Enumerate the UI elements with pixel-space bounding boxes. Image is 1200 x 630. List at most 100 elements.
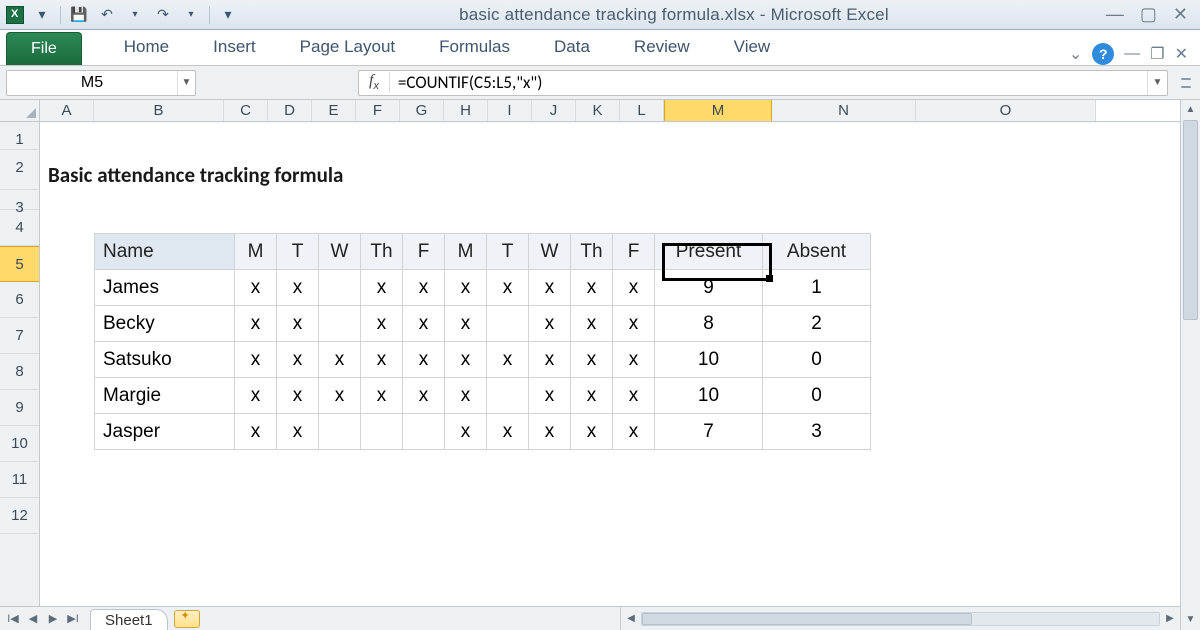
cell-day[interactable]: x [235,378,277,414]
hscroll-right-icon[interactable]: ▶ [1160,613,1180,624]
row-header-2[interactable]: 2 [0,150,39,190]
doc-close-icon[interactable]: ✕ [1175,44,1188,64]
cell-day[interactable]: x [445,378,487,414]
vscroll-thumb[interactable] [1183,120,1198,320]
cell-day[interactable]: x [235,414,277,450]
cell-day[interactable] [319,414,361,450]
cell-day[interactable]: x [361,270,403,306]
hscroll-left-icon[interactable]: ◀ [621,613,641,624]
cell-day[interactable]: x [613,342,655,378]
col-header-A[interactable]: A [40,100,94,121]
cell-day[interactable]: x [487,342,529,378]
cell-day[interactable]: x [571,378,613,414]
redo-icon[interactable]: ↷ [149,3,177,27]
cell-present[interactable]: 7 [655,414,763,450]
cell-day[interactable]: x [361,378,403,414]
cell-absent[interactable]: 2 [763,306,871,342]
cell-day[interactable]: x [613,414,655,450]
tab-nav-next-icon[interactable]: ▶ [44,610,62,628]
cell-day[interactable]: x [403,270,445,306]
cell-name[interactable]: James [95,270,235,306]
tab-nav-first-icon[interactable]: I◀ [4,610,22,628]
cell-day[interactable]: x [529,306,571,342]
col-header-K[interactable]: K [576,100,620,121]
cell-present[interactable]: 9 [655,270,763,306]
formula-bar-grip-icon[interactable] [1178,78,1194,88]
tab-view[interactable]: View [712,31,793,65]
col-header-C[interactable]: C [224,100,268,121]
col-header-L[interactable]: L [620,100,664,121]
row-header-5[interactable]: 5 [0,246,39,282]
cell-name[interactable]: Becky [95,306,235,342]
cell-day[interactable]: x [445,306,487,342]
cell-day[interactable] [403,414,445,450]
tab-home[interactable]: Home [102,31,191,65]
maximize-icon[interactable]: ▢ [1140,4,1157,25]
cell-day[interactable]: x [319,342,361,378]
tab-insert[interactable]: Insert [191,31,278,65]
vertical-scrollbar[interactable]: ▲ ▼ [1180,100,1200,630]
cell-present[interactable]: 10 [655,342,763,378]
tab-formulas[interactable]: Formulas [417,31,532,65]
cell-day[interactable]: x [529,378,571,414]
cell-day[interactable]: x [235,270,277,306]
cell-day[interactable]: x [487,270,529,306]
row-header-4[interactable]: 4 [0,210,39,246]
tab-nav-prev-icon[interactable]: ◀ [24,610,42,628]
cell-day[interactable]: x [361,306,403,342]
cell-day[interactable]: x [529,414,571,450]
cell-day[interactable]: x [277,270,319,306]
cell-day[interactable]: x [613,270,655,306]
row-header-6[interactable]: 6 [0,282,39,318]
cell-day[interactable]: x [403,306,445,342]
cell-day[interactable]: x [529,342,571,378]
cell-day[interactable]: x [277,414,319,450]
qat-dropdown-icon[interactable]: ▾ [28,3,56,27]
cell-absent[interactable]: 3 [763,414,871,450]
col-header-H[interactable]: H [444,100,488,121]
cell-day[interactable]: x [277,306,319,342]
fx-icon[interactable]: fx [359,72,390,92]
col-header-B[interactable]: B [94,100,224,121]
name-box[interactable] [7,71,177,95]
row-header-11[interactable]: 11 [0,462,39,498]
cell-day[interactable]: x [529,270,571,306]
cell-day[interactable]: x [277,378,319,414]
cell-present[interactable]: 10 [655,378,763,414]
row-header-1[interactable]: 1 [0,122,39,150]
undo-icon[interactable]: ↶ [93,3,121,27]
save-icon[interactable]: 💾 [65,3,93,27]
col-header-D[interactable]: D [268,100,312,121]
cell-day[interactable] [319,270,361,306]
redo-menu-icon[interactable]: ▾ [177,3,205,27]
cell-day[interactable]: x [235,342,277,378]
tab-page-layout[interactable]: Page Layout [278,31,417,65]
cell-day[interactable]: x [319,378,361,414]
vscroll-down-icon[interactable]: ▼ [1181,610,1200,630]
tab-nav-last-icon[interactable]: ▶I [64,610,82,628]
cell-day[interactable] [487,306,529,342]
cell-day[interactable]: x [277,342,319,378]
name-box-dropdown-icon[interactable]: ▼ [177,71,195,95]
col-header-E[interactable]: E [312,100,356,121]
cell-day[interactable]: x [571,306,613,342]
cell-name[interactable]: Margie [95,378,235,414]
vscroll-up-icon[interactable]: ▲ [1181,100,1200,120]
cell-day[interactable]: x [613,378,655,414]
col-header-G[interactable]: G [400,100,444,121]
col-header-N[interactable]: N [772,100,916,121]
cell-day[interactable]: x [571,414,613,450]
cell-day[interactable]: x [445,270,487,306]
row-header-8[interactable]: 8 [0,354,39,390]
col-header-F[interactable]: F [356,100,400,121]
cell-absent[interactable]: 0 [763,378,871,414]
col-header-I[interactable]: I [488,100,532,121]
help-icon[interactable]: ? [1092,43,1114,65]
cell-day[interactable]: x [613,306,655,342]
doc-restore-icon[interactable]: ❐ [1150,44,1164,64]
row-header-9[interactable]: 9 [0,390,39,426]
minimize-icon[interactable]: — [1106,4,1124,25]
hscroll-thumb[interactable] [642,613,972,625]
cells-canvas[interactable]: Basic attendance tracking formula NameMT… [40,122,1180,630]
cell-day[interactable]: x [571,270,613,306]
